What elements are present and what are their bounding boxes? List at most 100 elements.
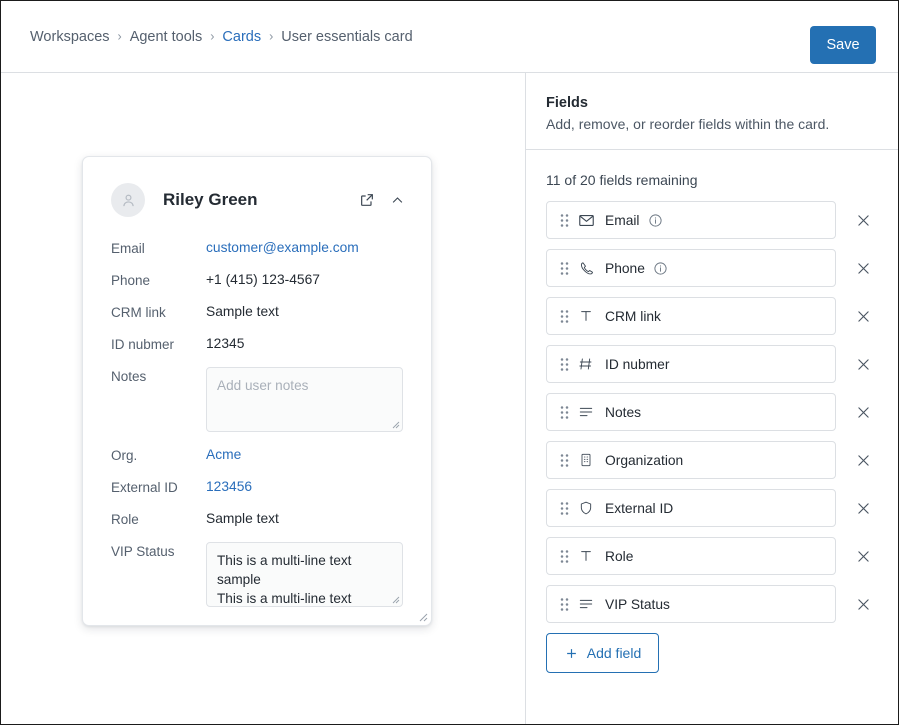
field-label: Phone — [605, 260, 645, 276]
field-chip-external-id[interactable]: External ID — [546, 489, 836, 527]
save-button[interactable]: Save — [810, 26, 876, 64]
card-row: Notes Add user notes — [111, 367, 408, 432]
remove-field-button[interactable] — [848, 253, 878, 283]
card-row-label: CRM link — [111, 305, 166, 320]
drag-handle-icon[interactable] — [559, 500, 569, 516]
field-label: Role — [605, 548, 634, 564]
card-row: Role Sample text — [111, 510, 408, 529]
breadcrumb-item-user-essentials-card: User essentials card — [281, 29, 413, 45]
remove-field-button[interactable] — [848, 589, 878, 619]
card-row-textarea[interactable]: Add user notes — [206, 367, 403, 432]
envelope-icon — [577, 211, 595, 229]
breadcrumb-separator: › — [117, 29, 122, 44]
card-row-label: Org. — [111, 448, 138, 463]
field-chip-id-nubmer[interactable]: ID nubmer — [546, 345, 836, 383]
card-row-textarea[interactable]: This is a multi-line text sample This is… — [206, 542, 403, 607]
user-card-preview[interactable]: Riley Green Email customer@example.com Pho… — [82, 156, 432, 626]
field-label: ID nubmer — [605, 356, 670, 372]
field-chip-notes[interactable]: Notes — [546, 393, 836, 431]
field-list-item: VIP Status — [546, 585, 878, 623]
card-row-value: Sample text — [206, 304, 279, 319]
drag-handle-icon[interactable] — [559, 452, 569, 468]
card-row-label: External ID — [111, 480, 178, 495]
field-list-item: Organization — [546, 441, 878, 479]
top-bar: Workspaces › Agent tools › Cards › User essent… — [1, 1, 898, 73]
card-row-value[interactable]: customer@example.com — [206, 239, 359, 257]
card-row-value: Sample text — [206, 511, 279, 526]
breadcrumb-separator: › — [269, 29, 274, 44]
info-icon[interactable] — [648, 213, 663, 228]
chevron-up-icon[interactable] — [386, 189, 408, 211]
multiline-text-icon — [577, 595, 595, 613]
breadcrumb-item-cards[interactable]: Cards — [222, 29, 261, 45]
field-chip-role[interactable]: Role — [546, 537, 836, 575]
drag-handle-icon[interactable] — [559, 596, 569, 612]
card-row-value: 12345 — [206, 336, 245, 351]
remove-field-button[interactable] — [848, 541, 878, 571]
field-list-item: Phone — [546, 249, 878, 287]
field-label: External ID — [605, 500, 674, 516]
card-row: ID nubmer 12345 — [111, 335, 408, 354]
field-list-item: ID nubmer — [546, 345, 878, 383]
card-row-label: VIP Status — [111, 544, 175, 559]
panel-header: Fields Add, remove, or reorder fields wi… — [526, 73, 898, 150]
card-row-value[interactable]: 123456 — [206, 478, 252, 496]
card-preview-canvas: Riley Green Email customer@example.com Pho… — [1, 73, 526, 724]
info-icon[interactable] — [653, 261, 668, 276]
drag-handle-icon[interactable] — [559, 308, 569, 324]
shield-icon — [577, 499, 595, 517]
fields-remaining-count: 11 of 20 fields remaining — [546, 172, 698, 188]
building-icon — [577, 451, 595, 469]
number-hash-icon — [577, 355, 595, 373]
add-field-label: Add field — [586, 645, 642, 661]
breadcrumb: Workspaces › Agent tools › Cards › User essent… — [30, 29, 413, 45]
field-chip-organization[interactable]: Organization — [546, 441, 836, 479]
field-label: Organization — [605, 452, 684, 468]
card-row-value[interactable]: Acme — [206, 446, 241, 464]
external-link-icon[interactable] — [356, 189, 378, 211]
panel-body: 11 of 20 fields remaining Email Phone CRM … — [526, 150, 898, 673]
drag-handle-icon[interactable] — [559, 356, 569, 372]
remove-field-button[interactable] — [848, 445, 878, 475]
drag-handle-icon[interactable] — [559, 404, 569, 420]
remove-field-button[interactable] — [848, 349, 878, 379]
field-chip-vip-status[interactable]: VIP Status — [546, 585, 836, 623]
card-row-label: Notes — [111, 369, 147, 384]
panel-title: Fields — [546, 95, 588, 111]
card-row-label: Email — [111, 241, 145, 256]
remove-field-button[interactable] — [848, 301, 878, 331]
card-row-label: Role — [111, 512, 139, 527]
text-type-icon — [577, 307, 595, 325]
drag-handle-icon[interactable] — [559, 548, 569, 564]
breadcrumb-separator: › — [210, 29, 215, 44]
breadcrumb-item-workspaces: Workspaces — [30, 29, 110, 45]
card-row: Email customer@example.com — [111, 239, 408, 258]
plus-icon — [564, 646, 579, 661]
remove-field-button[interactable] — [848, 493, 878, 523]
remove-field-button[interactable] — [848, 205, 878, 235]
card-row: VIP Status This is a multi-line text samp… — [111, 542, 408, 607]
field-chip-phone[interactable]: Phone — [546, 249, 836, 287]
field-list-item: CRM link — [546, 297, 878, 335]
avatar — [111, 183, 145, 217]
card-row: External ID 123456 — [111, 478, 408, 497]
field-label: Notes — [605, 404, 642, 420]
card-row-label: ID nubmer — [111, 337, 175, 352]
card-user-name: Riley Green — [163, 190, 258, 209]
field-chip-crm-link[interactable]: CRM link — [546, 297, 836, 335]
phone-icon — [577, 259, 595, 277]
textarea-resize-handle[interactable] — [390, 594, 400, 604]
textarea-resize-handle[interactable] — [390, 419, 400, 429]
drag-handle-icon[interactable] — [559, 212, 569, 228]
card-header: Riley Green — [111, 181, 408, 219]
remove-field-button[interactable] — [848, 397, 878, 427]
field-list: Email Phone CRM link ID nubmer Notes Organiza… — [546, 201, 878, 623]
card-editor-window: Workspaces › Agent tools › Cards › User essent… — [0, 0, 899, 725]
multiline-text-icon — [577, 403, 595, 421]
field-chip-email[interactable]: Email — [546, 201, 836, 239]
add-field-button[interactable]: Add field — [546, 633, 659, 673]
card-resize-handle[interactable] — [416, 610, 428, 622]
drag-handle-icon[interactable] — [559, 260, 569, 276]
card-row-label: Phone — [111, 273, 151, 288]
card-row-value: +1 (415) 123-4567 — [206, 272, 320, 287]
